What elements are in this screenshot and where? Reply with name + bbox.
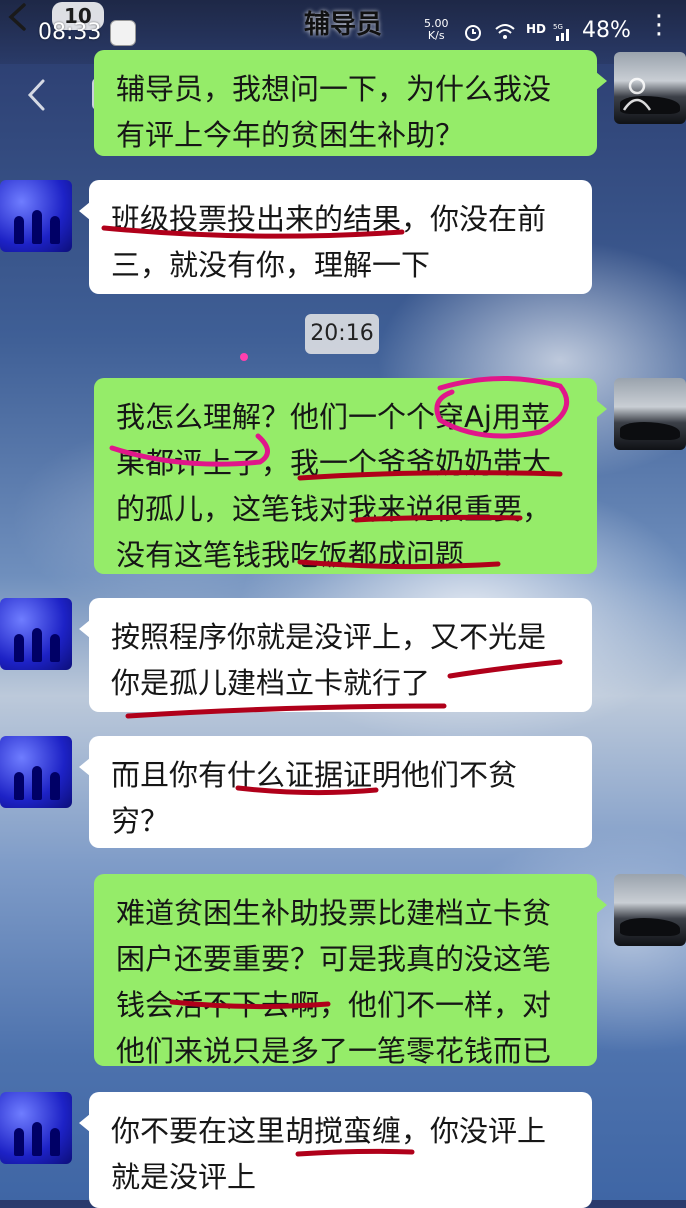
my-avatar[interactable]: [614, 378, 686, 450]
message-bubble-received[interactable]: 而且你有什么证据证明他们不贫穷？: [79, 736, 592, 848]
message-text: 班级投票投出来的结果，你没在前三，就没有你，理解一下: [111, 202, 547, 282]
message-text: 按照程序你就是没评上，又不光是你是孤儿建档立卡就行了: [111, 620, 547, 700]
counselor-avatar[interactable]: [0, 1092, 72, 1164]
message-text: 辅导员，我想问一下，为什么我没有评上今年的贫困生补助？: [116, 72, 552, 152]
alarm-icon: [465, 25, 481, 41]
message-bubble-received[interactable]: 你不要在这里胡搅蛮缠，你没评上就是没评上: [79, 1092, 592, 1208]
message-text: 你不要在这里胡搅蛮缠，你没评上就是没评上: [111, 1114, 547, 1194]
clock-time: 08:33: [38, 20, 102, 45]
signal-label: 5G: [553, 23, 563, 31]
message-text: 我怎么理解？他们一个个穿Aj用苹果都评上了，我一个爷爷奶奶带大的孤儿，这笔钱对我…: [116, 400, 552, 572]
battery-level: 48%: [582, 18, 631, 43]
wifi-icon: [495, 24, 515, 39]
decorative-dot: [240, 353, 248, 361]
network-speed: 5.00 K/s: [424, 18, 449, 42]
signal-icon: 5G: [553, 23, 569, 41]
app-icon: [110, 20, 136, 46]
back-chevron-icon[interactable]: [4, 2, 32, 32]
counselor-avatar[interactable]: [0, 598, 72, 670]
network-speed-unit: K/s: [427, 29, 445, 42]
hd-label: HD: [526, 22, 547, 36]
message-bubble-received[interactable]: 班级投票投出来的结果，你没在前三，就没有你，理解一下: [79, 180, 592, 294]
message-bubble-sent[interactable]: 辅导员，我想问一下，为什么我没有评上今年的贫困生补助？: [94, 50, 607, 156]
chat-timestamp: 20:16: [305, 314, 379, 354]
back-chevron-icon[interactable]: [26, 78, 48, 112]
message-text: 而且你有什么证据证明他们不贫穷？: [111, 758, 518, 838]
message-bubble-received[interactable]: 按照程序你就是没评上，又不光是你是孤儿建档立卡就行了: [79, 598, 592, 712]
message-bubble-sent[interactable]: 难道贫困生补助投票比建档立卡贫困户还要重要？可是我真的没这笔钱会活不下去啊，他们…: [94, 874, 607, 1068]
message-bubble-sent[interactable]: 我怎么理解？他们一个个穿Aj用苹果都评上了，我一个爷爷奶奶带大的孤儿，这笔钱对我…: [94, 378, 607, 574]
message-text: 难道贫困生补助投票比建档立卡贫困户还要重要？可是我真的没这笔钱会活不下去啊，他们…: [116, 896, 552, 1068]
profile-icon[interactable]: [622, 76, 652, 112]
counselor-avatar[interactable]: [0, 736, 72, 808]
counselor-avatar[interactable]: [0, 180, 72, 252]
more-icon[interactable]: ⋮: [646, 10, 672, 40]
my-avatar[interactable]: [614, 874, 686, 946]
